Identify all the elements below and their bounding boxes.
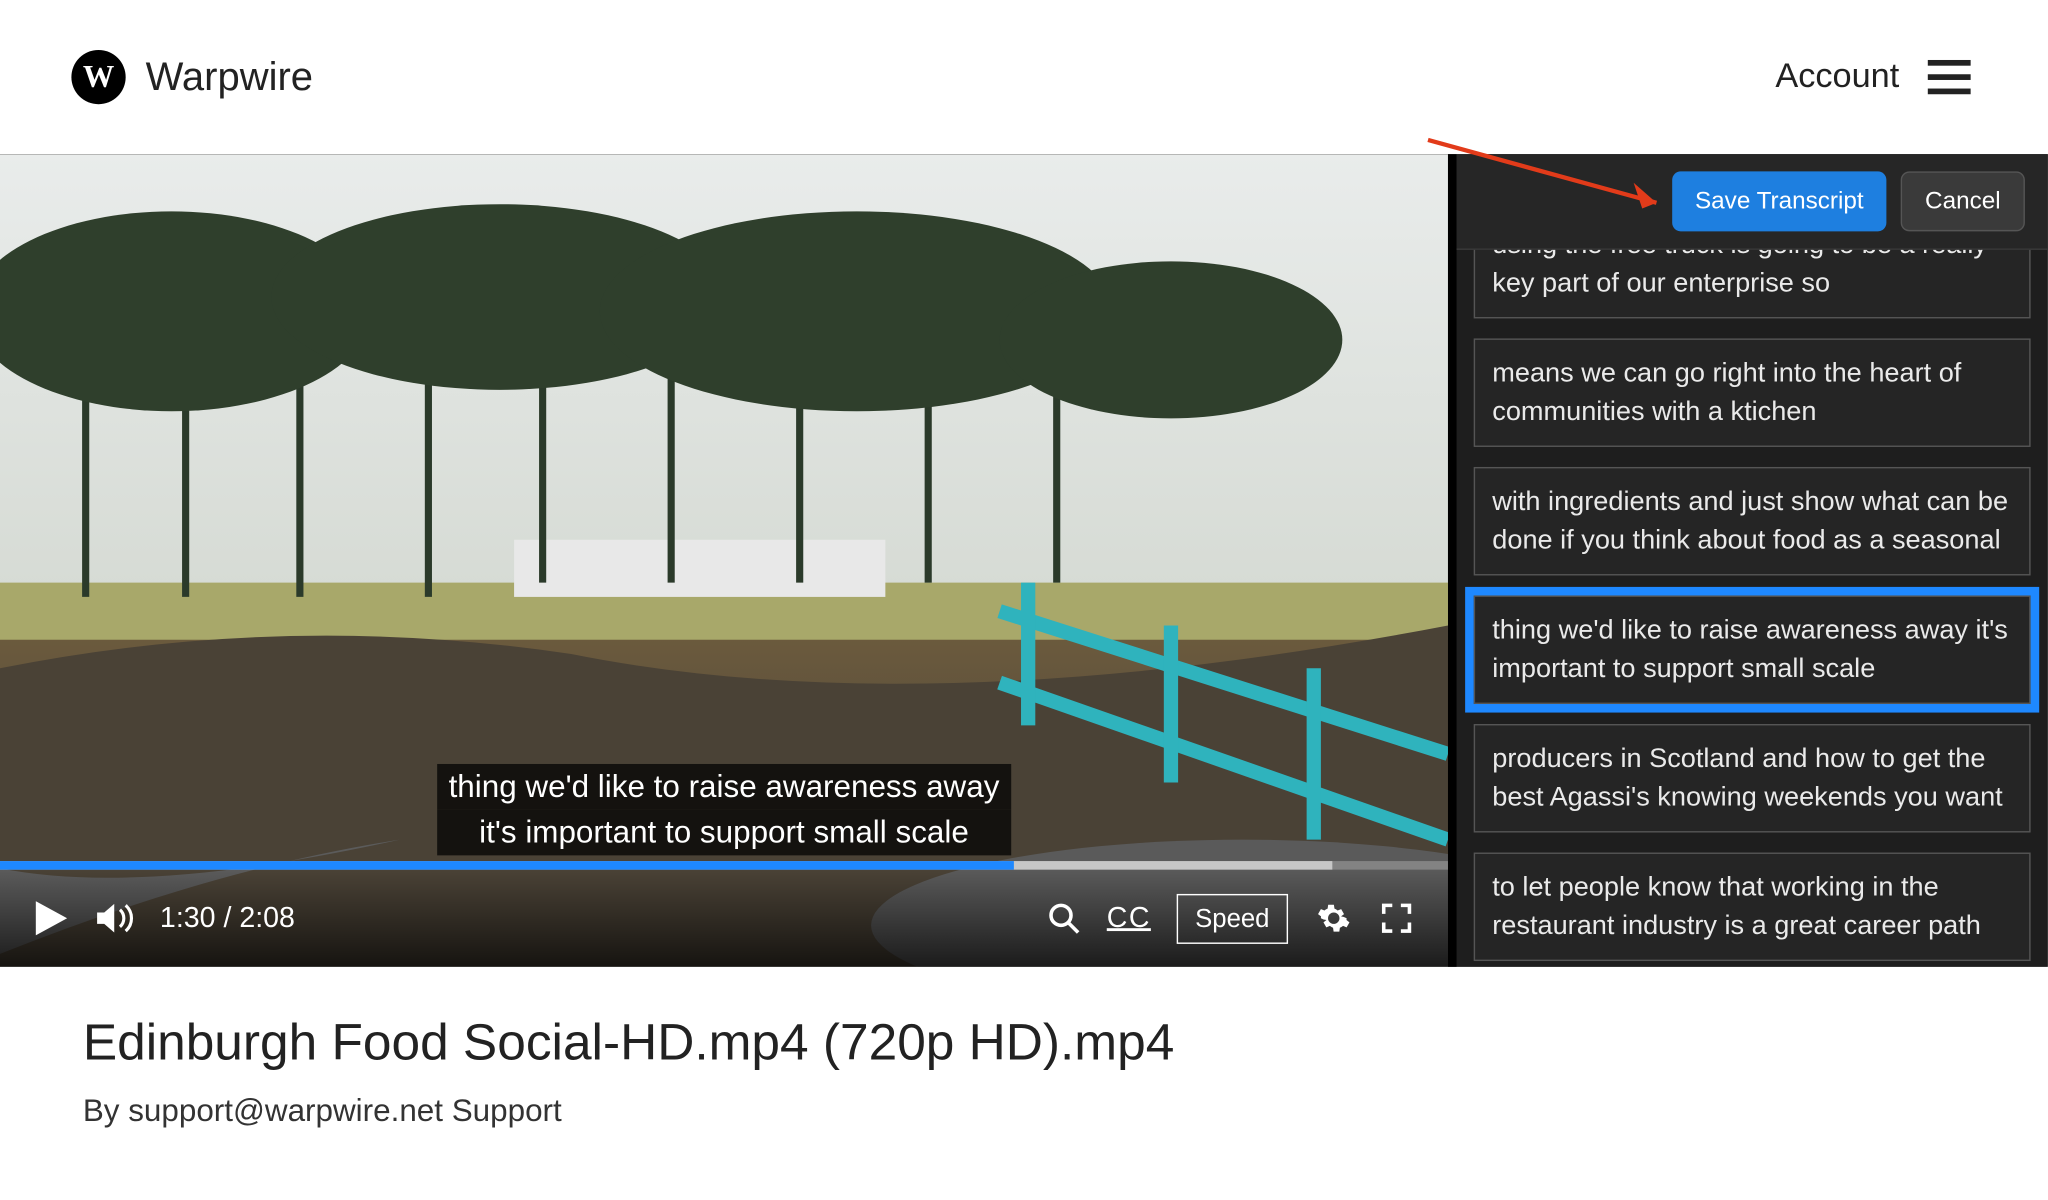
brand-logo-icon: W (71, 50, 125, 104)
transcript-toolbar: Save Transcript Cancel (1457, 154, 2048, 250)
video-title: Edinburgh Food Social-HD.mp4 (720p HD).m… (83, 1012, 1965, 1072)
brand[interactable]: W Warpwire (71, 50, 313, 104)
account-link[interactable]: Account (1775, 57, 1899, 97)
time-display: 1:30 / 2:08 (160, 902, 295, 935)
video-pane[interactable]: thing we'd like to raise awareness away … (0, 154, 1448, 967)
transcript-panel: Save Transcript Cancel using the free tr… (1448, 154, 2048, 967)
video-byline: By support@warpwire.net Support (83, 1092, 1965, 1129)
progress-bar[interactable] (0, 861, 1448, 870)
cc-button[interactable]: CC (1095, 902, 1162, 935)
menu-icon[interactable] (1928, 60, 1971, 94)
play-icon[interactable] (20, 887, 83, 950)
video-stage: thing we'd like to raise awareness away … (0, 154, 2048, 967)
transcript-segment[interactable]: with ingredients and just show what can … (1474, 467, 2031, 576)
brand-name: Warpwire (146, 54, 313, 100)
caption-line-1: thing we'd like to raise awareness away (437, 764, 1011, 810)
volume-icon[interactable] (83, 887, 146, 950)
transcript-segment[interactable]: to let people know that working in the r… (1474, 853, 2031, 962)
cancel-button[interactable]: Cancel (1901, 171, 2025, 231)
transcript-segment-active[interactable]: thing we'd like to raise awareness away … (1474, 595, 2031, 704)
transcript-segment[interactable]: producers in Scotland and how to get the… (1474, 724, 2031, 833)
caption-line-2: it's important to support small scale (437, 810, 1011, 856)
video-metadata: Edinburgh Food Social-HD.mp4 (720p HD).m… (0, 967, 2048, 1175)
transcript-segment[interactable]: using the free truck is going to be a re… (1474, 250, 2031, 319)
search-icon[interactable] (1033, 887, 1096, 950)
fullscreen-icon[interactable] (1365, 887, 1428, 950)
caption-overlay: thing we'd like to raise awareness away … (437, 764, 1011, 855)
player-controls: 1:30 / 2:08 CC Speed (0, 870, 1448, 967)
progress-played (0, 861, 1014, 870)
settings-icon[interactable] (1302, 887, 1365, 950)
speed-button[interactable]: Speed (1177, 893, 1288, 943)
topbar: W Warpwire Account (0, 0, 2048, 154)
transcript-segment[interactable]: means we can go right into the heart of … (1474, 338, 2031, 447)
save-transcript-button[interactable]: Save Transcript (1672, 171, 1886, 231)
transcript-list[interactable]: using the free truck is going to be a re… (1457, 250, 2048, 967)
